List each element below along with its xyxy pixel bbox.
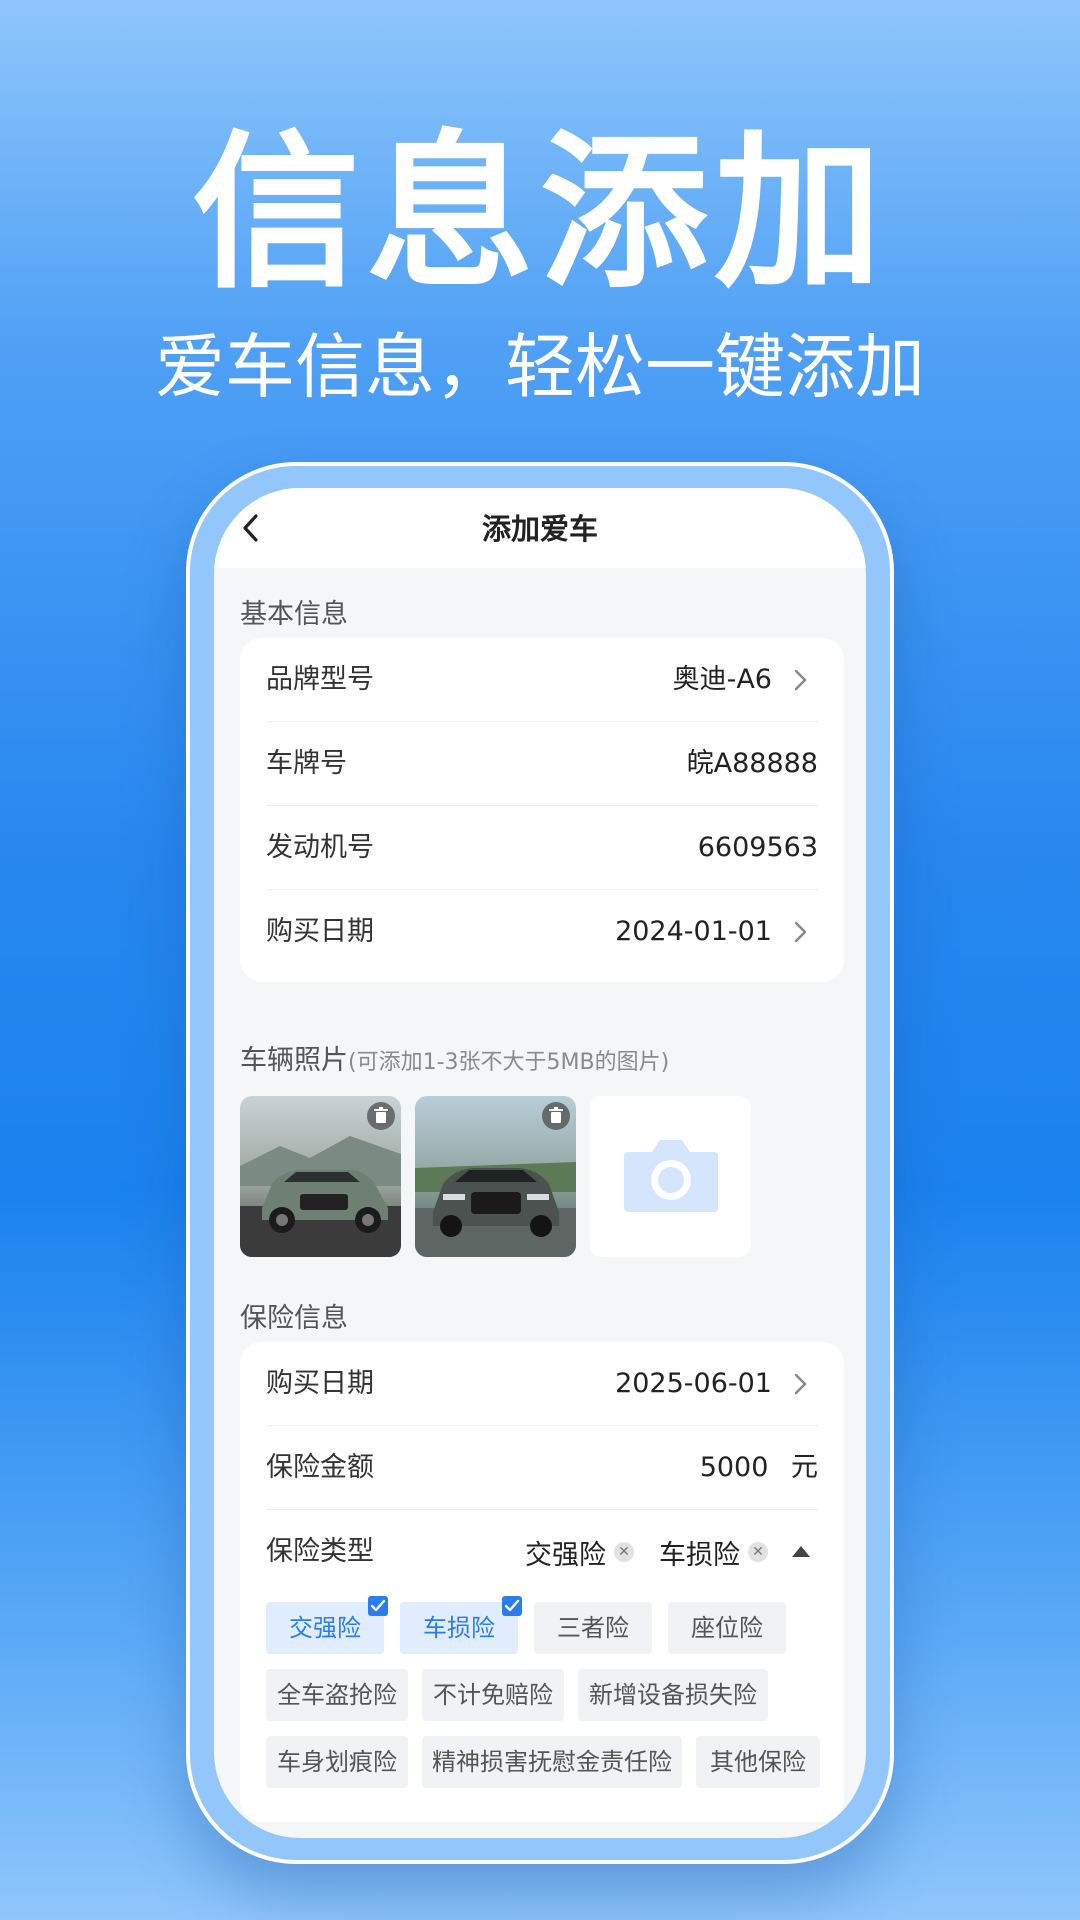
option-chip[interactable]: 精神损害抚慰金责任险 (422, 1736, 682, 1788)
selected-tag-label: 车损险 (659, 1539, 740, 1571)
option-chip[interactable]: 新增设备损失险 (578, 1669, 768, 1721)
row-plate-number[interactable]: 车牌号 皖A88888 (266, 722, 818, 806)
selected-tag-label: 交强险 (525, 1539, 606, 1571)
chevron-right-icon (794, 921, 807, 943)
chevron-right-icon (794, 669, 807, 691)
photo-list (240, 1096, 844, 1257)
section-label-basic-info: 基本信息 (240, 599, 348, 630)
insurance-amount-value[interactable]: 5000 (700, 1452, 769, 1483)
option-chip[interactable]: 交强险 (266, 1596, 388, 1654)
row-label: 车牌号 (266, 748, 347, 779)
camera-icon (624, 1140, 718, 1212)
car-photo-1[interactable] (240, 1096, 401, 1257)
chip-label: 座位险 (691, 1614, 763, 1642)
navbar: 添加爱车 (214, 488, 866, 568)
row-value: 奥迪-A6 (672, 664, 772, 695)
row-label: 保险金额 (266, 1452, 374, 1483)
row-label: 保险类型 (266, 1536, 374, 1567)
car-photo-2[interactable] (415, 1096, 576, 1257)
row-value: 2025-06-01 (615, 1368, 772, 1399)
row-engine-number[interactable]: 发动机号 6609563 (266, 806, 818, 890)
checkmark-icon (368, 1596, 388, 1616)
row-brand-model[interactable]: 品牌型号 奥迪-A6 (266, 638, 818, 722)
caret-up-icon[interactable] (790, 1542, 812, 1560)
page-title: 添加爱车 (481, 512, 598, 546)
chip-label: 全车盗抢险 (277, 1681, 397, 1709)
delete-photo-button[interactable] (542, 1102, 570, 1130)
section-label-photos: 车辆照片(可添加1-3张不大于5MB的图片) (240, 1038, 669, 1077)
option-chip[interactable]: 其他保险 (696, 1736, 820, 1788)
photos-hint: (可添加1-3张不大于5MB的图片) (348, 1050, 670, 1075)
selected-tag: 车损险 ✕ (659, 1532, 768, 1572)
hero-subtitle: 爱车信息，轻松一键添加 (155, 326, 925, 408)
delete-photo-button[interactable] (367, 1102, 395, 1130)
row-label: 品牌型号 (266, 664, 374, 695)
selected-tag: 交强险 ✕ (525, 1532, 634, 1572)
row-insurance-type[interactable]: 保险类型 交强险 ✕ 车损险 ✕ (266, 1510, 818, 1594)
chip-label: 不计免赔险 (433, 1681, 553, 1709)
chip-label: 车身划痕险 (277, 1748, 397, 1776)
chip-label: 精神损害抚慰金责任险 (432, 1748, 672, 1776)
row-value: 2024-01-01 (615, 916, 772, 947)
option-chip[interactable]: 车损险 (400, 1596, 522, 1654)
row-purchase-date[interactable]: 购买日期 2024-01-01 (266, 890, 818, 974)
row-label: 购买日期 (266, 1368, 374, 1399)
chip-label: 交强险 (289, 1614, 361, 1642)
add-photo-button[interactable] (590, 1096, 751, 1257)
trash-icon (374, 1107, 388, 1123)
row-label: 发动机号 (266, 832, 374, 863)
close-icon[interactable]: ✕ (748, 1542, 768, 1562)
close-icon[interactable]: ✕ (614, 1542, 634, 1562)
option-chip[interactable]: 全车盗抢险 (266, 1669, 408, 1721)
amount-value-group: 5000 元 (700, 1426, 818, 1510)
option-chip[interactable]: 三者险 (534, 1602, 652, 1654)
option-chip[interactable]: 座位险 (668, 1602, 786, 1654)
trash-icon (549, 1107, 563, 1123)
row-value[interactable]: 6609563 (698, 806, 818, 890)
option-chip[interactable]: 车身划痕险 (266, 1736, 408, 1788)
chip-label: 其他保险 (710, 1748, 806, 1776)
insurance-card: 购买日期 2025-06-01 保险金额 5000 元 保险类型 交强险 ✕ 车… (240, 1342, 844, 1822)
row-insurance-amount[interactable]: 保险金额 5000 元 (266, 1426, 818, 1510)
row-label: 购买日期 (266, 916, 374, 947)
option-chip[interactable]: 不计免赔险 (422, 1669, 564, 1721)
row-value[interactable]: 皖A88888 (687, 722, 818, 806)
photos-label: 车辆照片 (240, 1045, 348, 1076)
hero-title: 信息添加 (192, 115, 888, 311)
chevron-right-icon (794, 1373, 807, 1395)
chip-label: 车损险 (423, 1614, 495, 1642)
chip-label: 新增设备损失险 (589, 1681, 757, 1709)
chip-label: 三者险 (557, 1614, 629, 1642)
section-label-insurance: 保险信息 (240, 1303, 348, 1334)
phone-screen: 添加爱车 基本信息 品牌型号 奥迪-A6 车牌号 皖A88888 发动机号 66… (214, 488, 866, 1838)
insurance-amount-unit: 元 (791, 1452, 818, 1483)
phone-frame: 添加爱车 基本信息 品牌型号 奥迪-A6 车牌号 皖A88888 发动机号 66… (186, 462, 894, 1864)
basic-info-card: 品牌型号 奥迪-A6 车牌号 皖A88888 发动机号 6609563 购买日期… (240, 638, 844, 982)
checkmark-icon (502, 1596, 522, 1616)
row-insurance-purchase-date[interactable]: 购买日期 2025-06-01 (266, 1342, 818, 1426)
